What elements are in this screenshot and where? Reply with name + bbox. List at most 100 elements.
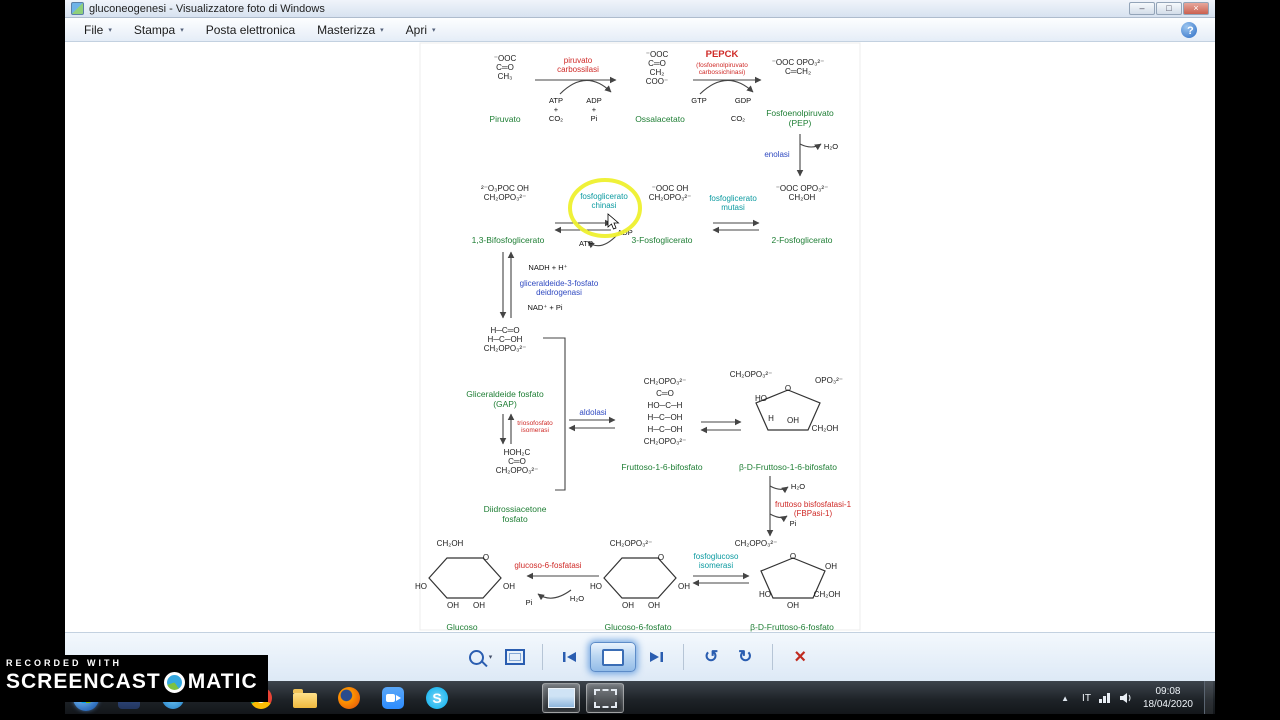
cofactor-h2o-enolasi: H₂O bbox=[823, 142, 839, 151]
ring-f6p-o: O bbox=[789, 552, 797, 561]
menu-bar: File ▾ Stampa ▾ Posta elettronica Masterizza ▾… bbox=[65, 18, 1215, 42]
menu-file[interactable]: File ▾ bbox=[75, 20, 121, 40]
letterbox-strip bbox=[0, 714, 1280, 720]
watermark-brand: SCREENCAST MATIC bbox=[6, 670, 258, 694]
enzyme-fosfoglicerato-chinasi: fosfoglicerato chinasi bbox=[580, 192, 628, 210]
menu-posta-elettronica[interactable]: Posta elettronica bbox=[197, 20, 304, 40]
skype-icon: S bbox=[426, 687, 448, 709]
screen-capture-tool-icon bbox=[593, 688, 617, 708]
photo-viewer-window: gluconeogenesi - Visualizzatore foto di … bbox=[65, 0, 1215, 715]
ring-f16bp-oh1: OH bbox=[787, 416, 799, 425]
ring-f16bp-c2p: OPO₃²⁻ bbox=[815, 376, 843, 385]
show-deskt­op-button[interactable] bbox=[1204, 681, 1213, 715]
enzyme-fruttoso-bisfosfatasi: fruttoso bisfosfatasi-1 (FBPasi-1) bbox=[774, 500, 852, 518]
menu-masterizza[interactable]: Masterizza ▾ bbox=[308, 20, 393, 40]
structure-pep: ⁻OOC OPO₃²⁻ C═CH₂ bbox=[771, 58, 825, 76]
dropdown-caret-icon: ▾ bbox=[380, 26, 384, 34]
label-ossalacetato: Ossalacetato bbox=[635, 114, 685, 124]
screencast-o-matic-logo bbox=[163, 671, 185, 693]
label-piruvato: Piruvato bbox=[489, 114, 521, 124]
rotate-counterclockwise-button[interactable]: ↺ bbox=[697, 642, 725, 672]
structure-13bpg: ²⁻O₃POC OH CH₂OPO₃²⁻ bbox=[481, 184, 529, 202]
actual-size-icon bbox=[505, 649, 526, 665]
cofactor-gtp: GTP bbox=[691, 96, 707, 105]
structure-gap: H─C═O H─C─OH CH₂OPO₃²⁻ bbox=[483, 326, 527, 353]
toolbar-separator bbox=[542, 644, 544, 670]
enzyme-fosfoglucoso-isomerasi: fosfoglucoso isomerasi bbox=[693, 552, 739, 570]
volume-icon[interactable] bbox=[1119, 692, 1132, 704]
cofactor-atp-pgk: ATP bbox=[578, 239, 594, 248]
photo-canvas: ⁻OOC C═O CH₃ ⁻OOC C═O CH₂ COO⁻ ⁻OOC OPO₃²⁻… bbox=[65, 42, 1215, 632]
taskbar-firefox[interactable] bbox=[330, 683, 368, 713]
enzyme-triosofosfato-isomerasi: triosofosfato isomerasi bbox=[517, 420, 553, 434]
enzyme-piruvato-carbossilasi: piruvato carbossilasi bbox=[557, 56, 599, 74]
taskbar-photo-viewer-window[interactable] bbox=[542, 683, 580, 713]
previous-icon bbox=[563, 652, 577, 662]
ring-f6p-oh-b: OH bbox=[787, 601, 799, 610]
tray-expand-icon[interactable]: ▲ bbox=[1055, 693, 1075, 704]
close-button[interactable]: × bbox=[1183, 2, 1209, 15]
cofactor-atp-co2: ATP + CO₂ bbox=[548, 96, 564, 123]
slideshow-play-button[interactable] bbox=[590, 642, 637, 672]
previous-button[interactable] bbox=[556, 642, 584, 672]
cofactor-co2-pepck: CO₂ bbox=[730, 114, 746, 123]
taskbar-zoom-app[interactable] bbox=[374, 683, 412, 713]
watermark-brand-left: SCREENCAST bbox=[6, 670, 161, 693]
cofactor-gdp: GDP bbox=[734, 96, 752, 105]
desktop-screen: { "window": { "title": "gluconeogenesi -… bbox=[0, 0, 1280, 720]
network-icon[interactable] bbox=[1098, 692, 1112, 704]
ring-glucoso-ho: HO bbox=[415, 582, 427, 591]
next-button[interactable] bbox=[642, 642, 670, 672]
delete-icon: × bbox=[794, 646, 807, 668]
ring-g6p-oh-b2: OH bbox=[648, 601, 660, 610]
maximize-button[interactable]: □ bbox=[1156, 2, 1182, 15]
zoom-app-icon bbox=[382, 687, 404, 709]
structure-3pg: ⁻OOC OH CH₂OPO₃²⁻ bbox=[648, 184, 692, 202]
label-13bpg: 1,3-Bifosfoglicerato bbox=[471, 235, 545, 245]
ring-f16bp-oh2: HO bbox=[755, 394, 767, 403]
label-bd-f6p: β-D-Fruttoso-6-fosfato bbox=[750, 622, 834, 632]
actual-size-button[interactable] bbox=[501, 642, 529, 672]
ring-f6p-ch2opo3: CH₂OPO₃²⁻ bbox=[734, 539, 778, 548]
firefox-icon bbox=[338, 687, 360, 709]
zoom-button[interactable]: ▾ bbox=[466, 642, 496, 672]
slideshow-icon bbox=[602, 648, 625, 666]
taskbar-screen-capture-tool[interactable] bbox=[586, 683, 624, 713]
structure-ossalacetato: ⁻OOC C═O CH₂ COO⁻ bbox=[645, 50, 669, 86]
magnifier-icon bbox=[468, 649, 484, 665]
ring-glucoso-oh-b2: OH bbox=[473, 601, 485, 610]
toolbar-separator bbox=[772, 644, 774, 670]
ring-g6p-oh-b1: OH bbox=[622, 601, 634, 610]
taskbar-file-explorer[interactable] bbox=[286, 683, 324, 713]
delete-button[interactable]: × bbox=[786, 642, 814, 672]
enzyme-pepck: PEPCK bbox=[705, 49, 739, 60]
clock-time: 09:08 bbox=[1155, 686, 1181, 697]
taskbar-skype[interactable]: S bbox=[418, 683, 456, 713]
minimize-button[interactable]: – bbox=[1129, 2, 1155, 15]
label-gap: Gliceraldeide fosfato (GAP) bbox=[466, 389, 544, 409]
system-tray: ▲ IT 09:08 18/04/2020 bbox=[1055, 681, 1215, 715]
structure-piruvato: ⁻OOC C═O CH₃ bbox=[493, 54, 517, 81]
structure-2pg: ⁻OOC OPO₃²⁻ CH₂OH bbox=[775, 184, 829, 202]
ring-glucoso-o: O bbox=[482, 553, 490, 562]
enzyme-gliceraldeide-3-fosfato-deidrogenasi: gliceraldeide-3-fosfato deidrogenasi bbox=[519, 279, 599, 297]
ring-g6p-o: O bbox=[657, 553, 665, 562]
enzyme-enolasi: enolasi bbox=[764, 150, 790, 159]
structure-dhap: HOH₂C C═O CH₂OPO₃²⁻ bbox=[495, 448, 539, 475]
watermark-line1: RECORDED WITH bbox=[6, 658, 122, 668]
help-button[interactable]: ? bbox=[1181, 21, 1197, 38]
label-2pg: 2-Fosfoglicerato bbox=[771, 235, 833, 245]
menu-apri[interactable]: Apri ▾ bbox=[397, 20, 445, 40]
language-indicator[interactable]: IT bbox=[1082, 693, 1091, 704]
label-f16bp: Fruttoso-1-6-bifosfato bbox=[621, 462, 703, 472]
title-bar[interactable]: gluconeogenesi - Visualizzatore foto di … bbox=[65, 0, 1215, 18]
ring-g6p-ho: HO bbox=[590, 582, 602, 591]
taskbar-clock[interactable]: 09:08 18/04/2020 bbox=[1143, 685, 1193, 711]
rotate-clockwise-button[interactable]: ↻ bbox=[731, 642, 759, 672]
cofactor-h2o-g6pasi: H₂O bbox=[569, 594, 585, 603]
ring-f6p-oh-right: OH bbox=[825, 562, 837, 571]
ring-g6p-oh-right: OH bbox=[678, 582, 690, 591]
menu-stampa[interactable]: Stampa ▾ bbox=[125, 20, 193, 40]
ring-f16bp-o: O bbox=[784, 384, 792, 393]
cofactor-nad-pi: NAD⁺ + Pi bbox=[527, 303, 563, 312]
